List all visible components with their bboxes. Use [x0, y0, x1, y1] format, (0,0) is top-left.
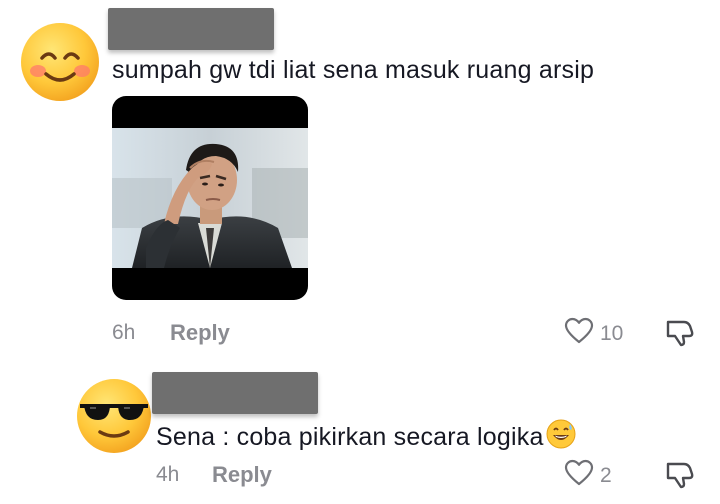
comment-timestamp: 6h	[112, 321, 136, 344]
comment-text: sumpah gw tdi liat sena masuk ruang arsi…	[112, 56, 595, 84]
sunglasses-face-icon[interactable]	[76, 378, 152, 454]
like-count: 10	[600, 321, 624, 345]
smiling-face-icon[interactable]	[20, 22, 100, 102]
username-redacted[interactable]	[108, 8, 274, 50]
heart-icon	[564, 316, 594, 351]
grinning-sweat-icon	[546, 419, 576, 456]
man-headache-photo	[112, 128, 308, 268]
comment-text: Sena : coba pikirkan secara logika	[156, 419, 576, 456]
dislike-button[interactable]	[664, 458, 696, 495]
heart-icon	[564, 458, 594, 493]
dislike-button[interactable]	[664, 316, 696, 353]
thumbs-down-icon	[664, 320, 696, 352]
thumbs-down-icon	[664, 462, 696, 494]
comment-timestamp: 4h	[156, 463, 180, 486]
comment-media-image[interactable]	[112, 96, 308, 300]
username-redacted[interactable]	[152, 372, 318, 414]
comment-text-content: Sena : coba pikirkan secara logika	[156, 423, 544, 451]
reply-button[interactable]: Reply	[170, 320, 230, 346]
reply-button[interactable]: Reply	[212, 462, 272, 488]
like-button[interactable]: 10	[564, 316, 623, 351]
like-button[interactable]: 2	[564, 458, 612, 493]
like-count: 2	[600, 463, 612, 487]
